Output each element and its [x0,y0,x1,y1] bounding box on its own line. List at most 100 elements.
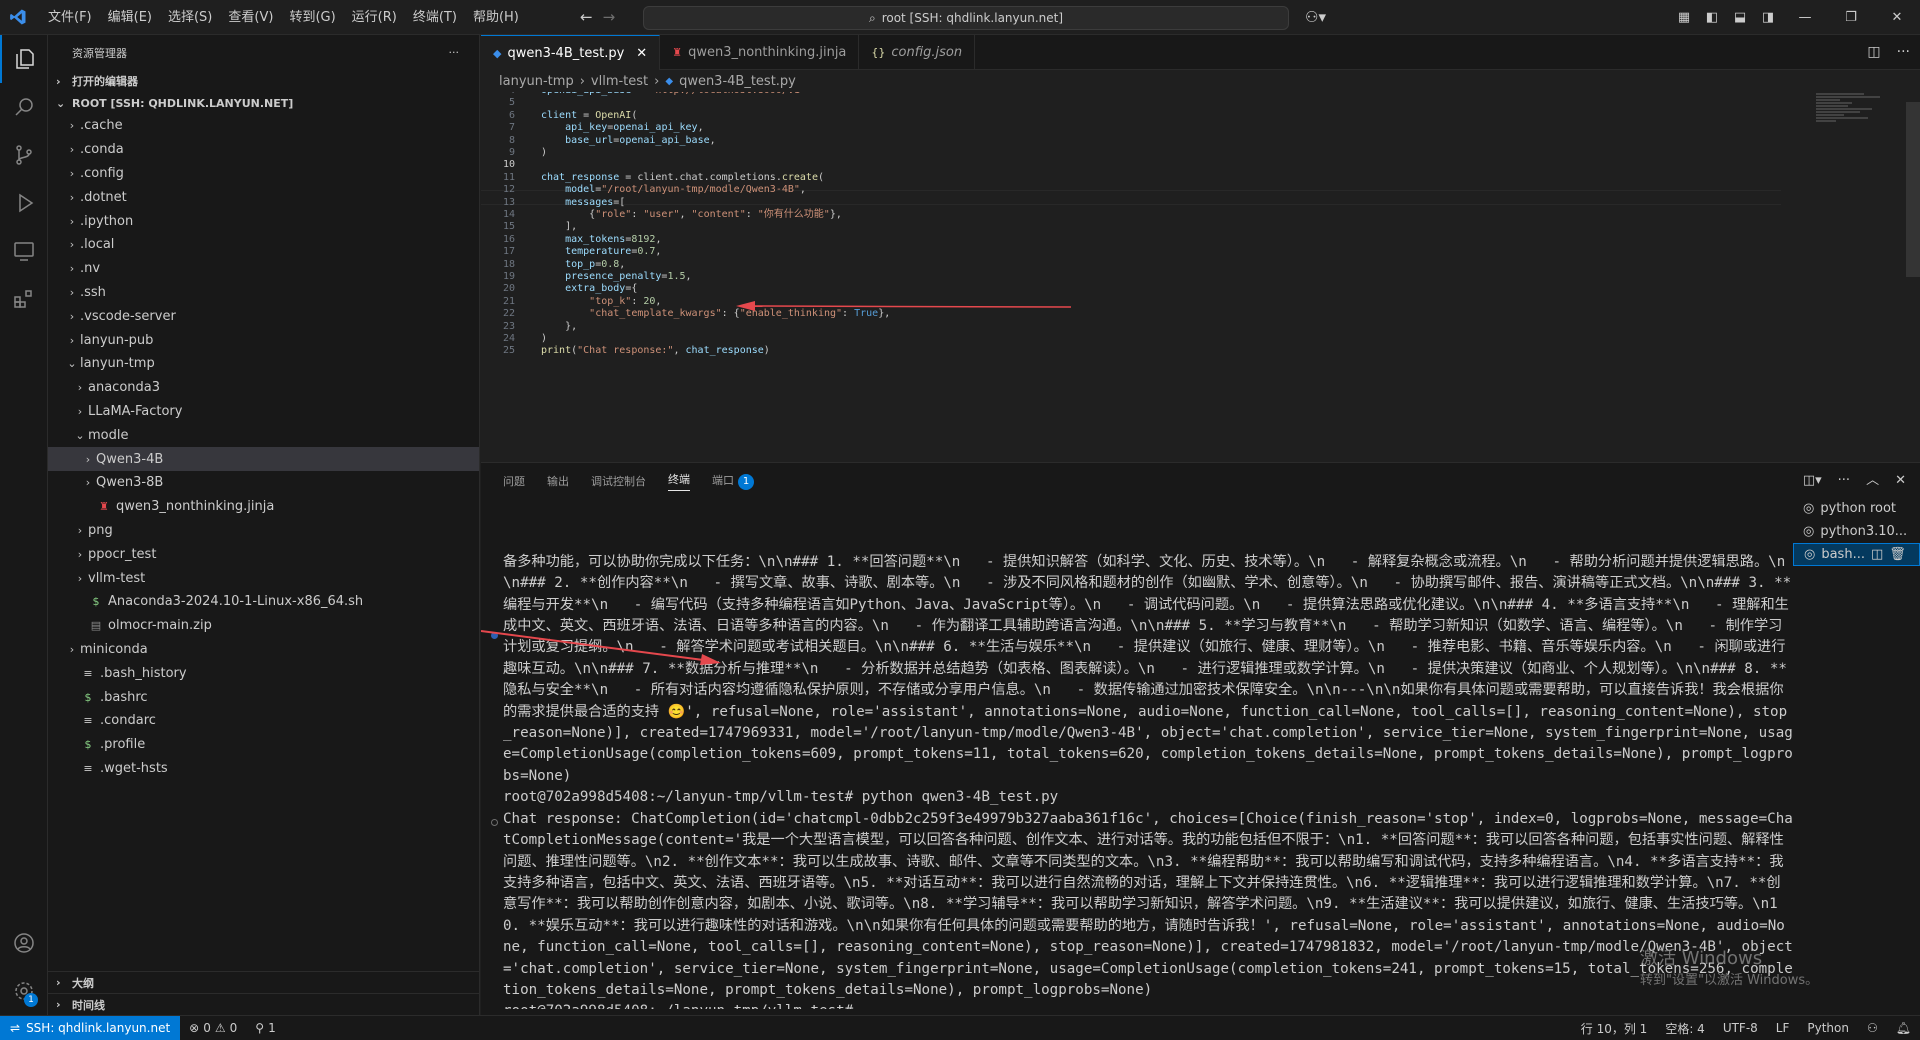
terminal-item[interactable]: ◎ bash... ◫ 🗑 [1793,543,1920,566]
tree-item[interactable]: ⌄ modle [48,423,479,447]
tree-item[interactable]: › .conda [48,138,479,162]
extensions-icon[interactable] [0,275,48,323]
toggle-secondary-sidebar-icon[interactable]: ◨ [1754,10,1782,25]
command-decoration-icon[interactable] [491,819,498,826]
breadcrumb-item[interactable]: qwen3-4B_test.py [679,74,796,89]
tree-item[interactable]: $ .profile [48,733,479,757]
more-actions-icon[interactable]: ··· [1838,463,1850,498]
chevron-right-icon: › [69,238,75,252]
menu-go[interactable]: 转到(G) [281,0,343,35]
language-mode[interactable]: Python [1798,1021,1858,1035]
terminal-item[interactable]: ◎ python3.10... [1793,520,1920,543]
tree-item[interactable]: › .ipython [48,209,479,233]
breadcrumb-item[interactable]: vllm-test [591,74,648,89]
menu-run[interactable]: 运行(R) [344,0,405,35]
minimap[interactable] [1816,92,1896,152]
menu-edit[interactable]: 编辑(E) [100,0,160,35]
tree-item[interactable]: › .config [48,162,479,186]
tree-item[interactable]: ≡ .bash_history [48,661,479,685]
notifications-bell-icon[interactable]: 🔔︎ [1887,1021,1920,1035]
open-editors-section[interactable]: › 打开的编辑器 [48,70,479,92]
chevron-right-icon: › [77,404,83,418]
editor-actions: ◫ ··· [1867,35,1910,70]
split-editor-icon[interactable]: ◫ [1867,35,1880,70]
command-center[interactable]: ⌕ root [SSH: qhdlink.lanyun.net] [643,6,1289,30]
account-icon[interactable] [0,919,48,967]
tree-item[interactable]: ⌄ lanyun-tmp [48,352,479,376]
tree-item[interactable]: › vllm-test [48,566,479,590]
more-actions-icon[interactable]: ··· [1897,35,1910,70]
menu-help[interactable]: 帮助(H) [465,0,527,35]
timeline-section[interactable]: › 时间线 [48,993,480,1015]
remote-icon: ⇌ [10,1021,21,1035]
end-of-line[interactable]: LF [1767,1021,1799,1035]
tree-item[interactable]: › png [48,519,479,543]
tree-item[interactable]: › lanyun-pub [48,328,479,352]
root-folder-section[interactable]: ⌄ ROOT [SSH: QHDLINK.LANYUN.NET] [48,92,479,114]
terminal-item[interactable]: ◎ python root [1793,497,1920,520]
menu-file[interactable]: 文件(F) [40,0,100,35]
customize-layout-icon[interactable]: ▦ [1670,10,1698,25]
tree-item[interactable]: › .dotnet [48,185,479,209]
tree-item[interactable]: › .nv [48,257,479,281]
cursor-position[interactable]: 行 10，列 1 [1572,1020,1657,1037]
outline-label: 大纲 [72,976,94,990]
trash-icon[interactable]: 🗑 [1889,547,1906,562]
more-actions-icon[interactable]: ··· [449,46,460,59]
tree-item[interactable]: ≡ .condarc [48,709,479,733]
tree-item[interactable]: › Qwen3-8B [48,471,479,495]
tree-item[interactable]: › anaconda3 [48,376,479,400]
settings-gear-icon[interactable]: 1 [0,967,48,1015]
tab-qwen3-nonthinking[interactable]: ♜ qwen3_nonthinking.jinja [660,35,860,70]
copilot-status-icon[interactable]: ⚇ [1858,1021,1887,1035]
close-panel-icon[interactable]: ✕ [1895,463,1906,498]
tree-item[interactable]: ♜ qwen3_nonthinking.jinja [48,495,479,519]
search-icon[interactable] [0,83,48,131]
ports-status[interactable]: ⚲ 1 [246,1021,284,1035]
menu-view[interactable]: 查看(V) [220,0,281,35]
tree-item[interactable]: › miniconda [48,638,479,662]
toggle-sidebar-icon[interactable]: ◧ [1698,10,1726,25]
forward-arrow-icon[interactable]: → [603,0,616,35]
code-editor[interactable]: 4openai_api_base = "http://localhost:800… [481,92,1920,462]
minimize-icon[interactable]: — [1782,10,1828,25]
source-control-icon[interactable] [0,131,48,179]
menu-selection[interactable]: 选择(S) [160,0,220,35]
tree-item[interactable]: › .ssh [48,281,479,305]
tree-item[interactable]: › .cache [48,114,479,138]
tree-item[interactable]: › ppocr_test [48,542,479,566]
editor-scrollbar[interactable] [1906,102,1920,277]
tree-item[interactable]: $ .bashrc [48,685,479,709]
tree-item[interactable]: › .local [48,233,479,257]
restore-icon[interactable]: ❐ [1828,10,1874,25]
copilot-icon[interactable]: ⚇▾ [1305,0,1326,35]
close-window-icon[interactable]: ✕ [1874,10,1920,25]
indentation[interactable]: 空格: 4 [1656,1020,1714,1037]
explorer-icon[interactable] [0,35,48,83]
close-tab-icon[interactable]: ✕ [636,46,647,61]
new-terminal-split-icon[interactable]: ◫▾ [1803,463,1822,498]
run-debug-icon[interactable] [0,179,48,227]
tree-item[interactable]: ▤ olmocr-main.zip [48,614,479,638]
red-arrow-annotation [736,301,1072,311]
remote-explorer-icon[interactable] [0,227,48,275]
remote-indicator[interactable]: ⇌ SSH: qhdlink.lanyun.net [0,1015,181,1040]
tree-item[interactable]: $ Anaconda3-2024.10-1-Linux-x86_64.sh [48,590,479,614]
tab-config-json[interactable]: {} config.json [859,35,976,70]
menu-terminal[interactable]: 终端(T) [405,0,465,35]
tab-qwen3-4b-test[interactable]: ◆ qwen3-4B_test.py ✕ [481,35,661,70]
tree-item[interactable]: › LLaMA-Factory [48,400,479,424]
problems-status[interactable]: ⊗ 0 ⚠ 0 [180,1021,246,1035]
tree-item[interactable]: › Qwen3-4B [48,447,479,471]
python-icon: ◎ [1803,524,1815,539]
tree-item[interactable]: › .vscode-server [48,304,479,328]
tree-item[interactable]: ≡ .wget-hsts [48,757,479,781]
encoding[interactable]: UTF-8 [1714,1021,1767,1035]
root-folder-label: ROOT [SSH: QHDLINK.LANYUN.NET] [72,96,294,110]
breadcrumb-item[interactable]: lanyun-tmp [499,74,574,89]
split-terminal-icon[interactable]: ◫ [1871,547,1883,562]
back-arrow-icon[interactable]: ← [580,0,593,35]
toggle-panel-icon[interactable]: ⬓ [1726,10,1754,25]
maximize-panel-icon[interactable]: ︿ [1866,463,1879,498]
outline-section[interactable]: › 大纲 [48,971,480,993]
